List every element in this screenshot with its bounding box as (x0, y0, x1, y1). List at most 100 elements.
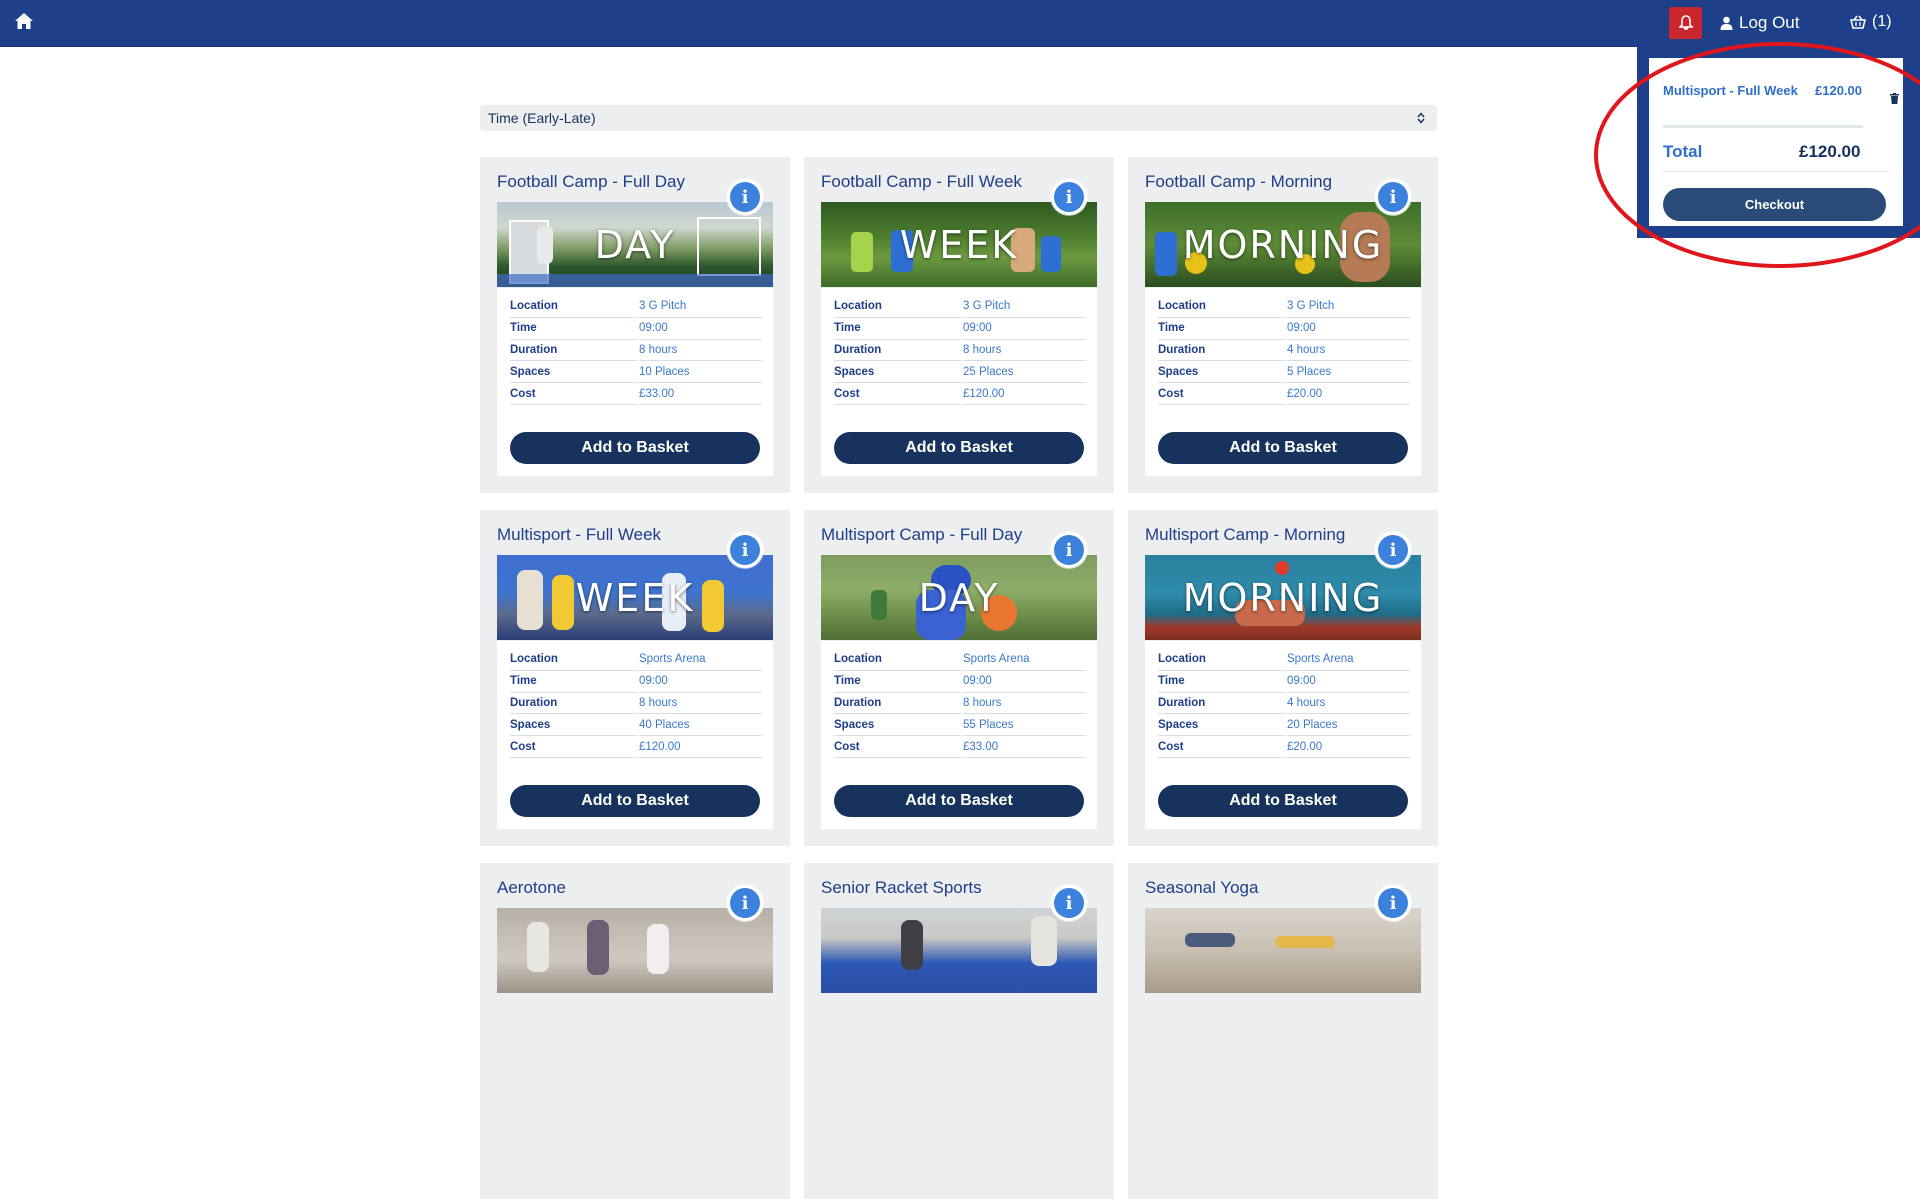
activity-card: Aerotone i (480, 863, 790, 1199)
activity-card: Senior Racket Sports i (804, 863, 1114, 1199)
detail-value: £120.00 (639, 736, 762, 758)
detail-label: Duration (1158, 340, 1285, 362)
detail-label: Spaces (510, 714, 637, 737)
detail-label: Spaces (834, 361, 961, 384)
basket-dropdown: Multisport - Full Week £120.00 Total £12… (1637, 46, 1920, 238)
card-image-overlay-text: WEEK (899, 222, 1019, 267)
basket-item-name[interactable]: Multisport - Full Week (1663, 83, 1798, 98)
info-button[interactable]: i (1375, 179, 1411, 215)
detail-row-spaces: Spaces 20 Places (1158, 714, 1410, 737)
detail-row-duration: Duration 8 hours (510, 693, 762, 715)
top-navbar: Log Out (1) (0, 0, 1920, 47)
activity-card: Multisport Camp - Morning MORNING i Loca… (1128, 510, 1438, 846)
detail-row-cost: Cost £120.00 (510, 736, 762, 758)
info-icon: i (1378, 535, 1408, 565)
detail-label: Duration (1158, 693, 1285, 715)
detail-value: £120.00 (963, 383, 1086, 405)
trash-icon[interactable] (1890, 91, 1899, 109)
checkout-button[interactable]: Checkout (1663, 188, 1886, 221)
card-image (497, 908, 773, 993)
detail-row-time: Time 09:00 (1158, 671, 1410, 693)
info-button[interactable]: i (1375, 532, 1411, 568)
detail-value: 09:00 (639, 671, 762, 693)
card-title: Aerotone (497, 878, 566, 897)
detail-row-duration: Duration 8 hours (834, 340, 1086, 362)
detail-label: Time (1158, 318, 1285, 340)
card-title: Football Camp - Full Day (497, 172, 686, 191)
add-to-basket-button[interactable]: Add to Basket (834, 432, 1084, 464)
activity-card: Seasonal Yoga i (1128, 863, 1438, 1199)
detail-row-spaces: Spaces 5 Places (1158, 361, 1410, 384)
detail-row-duration: Duration 4 hours (1158, 693, 1410, 715)
detail-value: 3 G Pitch (963, 296, 1086, 318)
detail-label: Spaces (834, 714, 961, 737)
info-button[interactable]: i (1375, 885, 1411, 921)
add-to-basket-button[interactable]: Add to Basket (1158, 785, 1408, 817)
card-details: Location Sports Arena Time 09:00 Duration 8… (821, 641, 1097, 829)
logout-link[interactable]: Log Out (1720, 12, 1800, 34)
add-to-basket-button[interactable]: Add to Basket (1158, 432, 1408, 464)
basket-total-value: £120.00 (1799, 142, 1861, 161)
detail-value: £33.00 (639, 383, 762, 405)
info-button[interactable]: i (1051, 532, 1087, 568)
info-button[interactable]: i (1051, 885, 1087, 921)
add-to-basket-button[interactable]: Add to Basket (510, 785, 760, 817)
detail-value: 09:00 (963, 671, 1086, 693)
card-title: Multisport - Full Week (497, 525, 662, 544)
card-details: Location 3 G Pitch Time 09:00 Duration 8 ho… (497, 288, 773, 476)
card-details: Location Sports Arena Time 09:00 Duration 4… (1145, 641, 1421, 829)
home-icon[interactable] (14, 12, 36, 32)
detail-row-duration: Duration 8 hours (510, 340, 762, 362)
detail-value: 40 Places (639, 714, 762, 737)
detail-value: Sports Arena (1287, 649, 1410, 671)
detail-row-time: Time 09:00 (510, 671, 762, 693)
info-icon: i (1054, 182, 1084, 212)
detail-label: Time (510, 671, 637, 693)
detail-row-spaces: Spaces 55 Places (834, 714, 1086, 737)
card-title: Football Camp - Full Week (821, 172, 1022, 191)
detail-row-spaces: Spaces 10 Places (510, 361, 762, 384)
add-to-basket-button[interactable]: Add to Basket (834, 785, 1084, 817)
detail-value: 09:00 (1287, 318, 1410, 340)
info-icon: i (1054, 535, 1084, 565)
detail-row-cost: Cost £33.00 (834, 736, 1086, 758)
card-image: MORNING (1145, 202, 1421, 287)
detail-label: Spaces (1158, 361, 1285, 384)
detail-label: Location (1158, 296, 1285, 318)
card-title: Senior Racket Sports (821, 878, 982, 897)
detail-label: Cost (510, 736, 637, 758)
detail-label: Cost (1158, 736, 1285, 758)
detail-value: Sports Arena (639, 649, 762, 671)
detail-label: Cost (834, 736, 961, 758)
info-button[interactable]: i (727, 532, 763, 568)
detail-row-location: Location 3 G Pitch (510, 296, 762, 318)
detail-row-duration: Duration 4 hours (1158, 340, 1410, 362)
info-button[interactable]: i (727, 885, 763, 921)
bell-icon (1678, 15, 1693, 30)
detail-label: Time (834, 671, 961, 693)
basket-divider (1663, 125, 1863, 128)
basket-dropdown-content: Multisport - Full Week £120.00 Total £12… (1649, 58, 1903, 226)
info-icon: i (730, 535, 760, 565)
basket-divider (1663, 171, 1889, 172)
add-to-basket-button[interactable]: Add to Basket (510, 432, 760, 464)
info-button[interactable]: i (1051, 179, 1087, 215)
detail-value: £20.00 (1287, 736, 1410, 758)
sort-select[interactable]: Time (Early-Late) (480, 105, 1437, 131)
notification-bell-button[interactable] (1669, 7, 1702, 39)
card-image: MORNING (1145, 555, 1421, 640)
info-icon: i (1378, 888, 1408, 918)
detail-label: Duration (834, 340, 961, 362)
card-image-overlay-text: MORNING (1182, 222, 1384, 267)
detail-label: Location (834, 296, 961, 318)
detail-row-time: Time 09:00 (510, 318, 762, 340)
detail-label: Spaces (510, 361, 637, 384)
detail-row-location: Location Sports Arena (510, 649, 762, 671)
detail-value: 09:00 (963, 318, 1086, 340)
info-button[interactable]: i (727, 179, 763, 215)
basket-button[interactable]: (1) (1850, 11, 1892, 33)
detail-row-location: Location Sports Arena (834, 649, 1086, 671)
card-details: Location 3 G Pitch Time 09:00 Duration 8 ho… (821, 288, 1097, 476)
card-title: Football Camp - Morning (1145, 172, 1333, 191)
detail-value: 4 hours (1287, 693, 1410, 715)
